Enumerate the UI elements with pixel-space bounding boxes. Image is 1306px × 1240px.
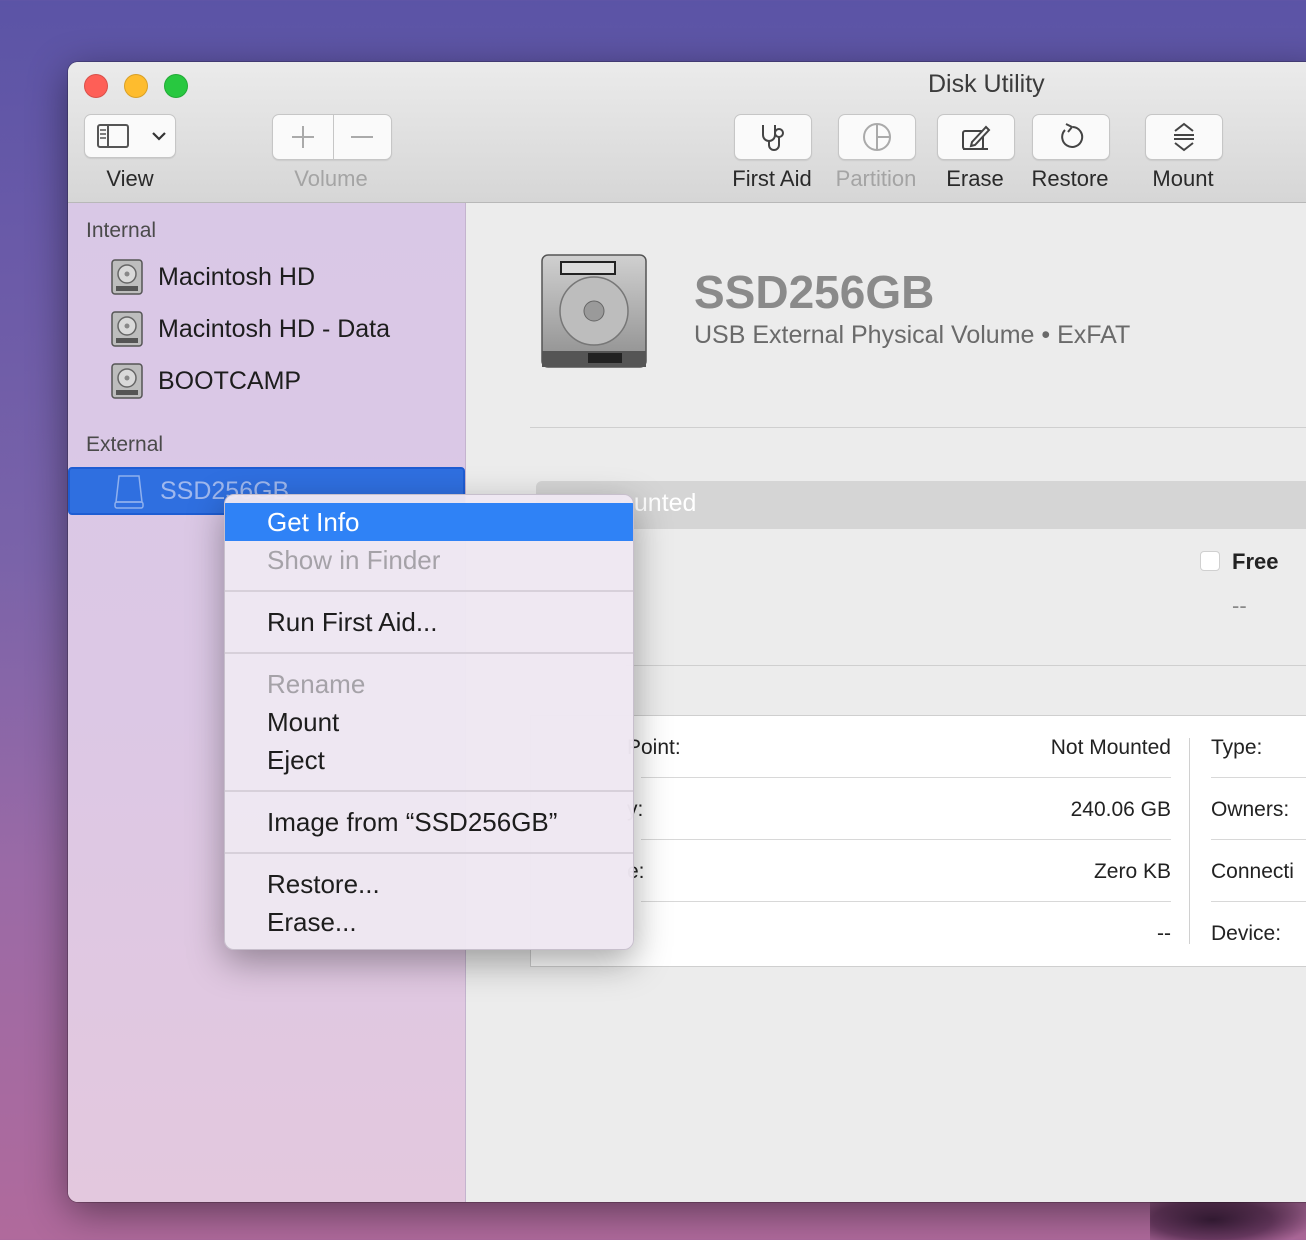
free-value: -- bbox=[1232, 593, 1247, 618]
row-value: Zero KB bbox=[1093, 860, 1171, 883]
volume-subtitle: USB External Physical Volume • ExFAT bbox=[694, 321, 1131, 349]
view-label: View bbox=[106, 166, 154, 191]
menu-item-restore[interactable]: Restore... bbox=[225, 865, 633, 903]
hard-drive-icon bbox=[111, 363, 143, 399]
sidebar-item-label: BOOTCAMP bbox=[158, 366, 302, 395]
menu-item-get-info[interactable]: Get Info bbox=[225, 503, 633, 541]
row-right-label: Connecti bbox=[1211, 860, 1294, 883]
row-value: 240.06 GB bbox=[1070, 798, 1171, 821]
hard-drive-icon bbox=[111, 259, 143, 295]
sidebar-item-label: Macintosh HD bbox=[158, 262, 315, 291]
menu-item-erase[interactable]: Erase... bbox=[225, 903, 633, 941]
minus-icon[interactable] bbox=[349, 124, 375, 150]
external-drive-icon bbox=[114, 475, 144, 509]
restore-label: Restore bbox=[1031, 166, 1109, 191]
plus-icon[interactable] bbox=[290, 124, 316, 150]
chevron-down-icon bbox=[152, 132, 166, 141]
row-value: -- bbox=[1157, 922, 1171, 945]
mount-arrows-icon bbox=[1174, 122, 1194, 152]
hard-drive-icon bbox=[541, 254, 647, 368]
table-row: e: Zero KB Connecti bbox=[531, 840, 1306, 902]
divider bbox=[626, 665, 1306, 666]
menu-item-image-from[interactable]: Image from “SSD256GB” bbox=[225, 803, 633, 841]
pencil-eraser-icon bbox=[962, 125, 991, 150]
sidebar-item-macintosh-hd[interactable]: Macintosh HD bbox=[110, 257, 315, 297]
undo-arrow-icon bbox=[1061, 123, 1084, 148]
volume-label: Volume bbox=[294, 166, 368, 191]
row-value: Not Mounted bbox=[1050, 736, 1171, 759]
close-button[interactable] bbox=[84, 74, 108, 98]
volume-name: SSD256GB bbox=[694, 266, 935, 318]
menu-separator bbox=[225, 652, 633, 654]
mount-button[interactable] bbox=[1145, 114, 1223, 160]
sidebar-item-bootcamp[interactable]: BOOTCAMP bbox=[110, 361, 301, 401]
menu-item-run-first-aid[interactable]: Run First Aid... bbox=[225, 603, 633, 641]
partition-label: Partition bbox=[835, 166, 917, 191]
row-right-label: Owners: bbox=[1211, 798, 1290, 821]
zoom-button[interactable] bbox=[164, 74, 188, 98]
row-label: Point: bbox=[627, 736, 681, 759]
sidebar-item-label: Macintosh HD - Data bbox=[158, 314, 391, 343]
first-aid-button[interactable] bbox=[734, 114, 812, 160]
menu-item-show-in-finder[interactable]: Show in Finder bbox=[225, 541, 633, 579]
context-menu: Get Info Show in Finder Run First Aid...… bbox=[224, 494, 634, 950]
mount-label: Mount bbox=[1152, 166, 1214, 191]
erase-button[interactable] bbox=[937, 114, 1015, 160]
table-row: Point: Not Mounted Type: bbox=[531, 716, 1306, 778]
row-right-label: Device: bbox=[1211, 922, 1282, 945]
menu-item-mount[interactable]: Mount bbox=[225, 703, 633, 741]
menu-separator bbox=[225, 590, 633, 592]
partition-button[interactable] bbox=[838, 114, 916, 160]
table-row: -- Device: bbox=[531, 902, 1306, 964]
info-table: Point: Not Mounted Type: y: 240.06 GB Ow… bbox=[530, 715, 1306, 967]
stethoscope-icon bbox=[762, 125, 784, 151]
volume-segmented-control bbox=[272, 114, 392, 160]
sidebar-item-macintosh-hd-data[interactable]: Macintosh HD - Data bbox=[110, 309, 390, 349]
sidebar-icon bbox=[97, 124, 129, 148]
menu-item-eject[interactable]: Eject bbox=[225, 741, 633, 779]
sidebar-section-external: External bbox=[86, 433, 164, 456]
first-aid-label: First Aid bbox=[732, 166, 812, 191]
hard-drive-icon bbox=[111, 311, 143, 347]
menu-item-rename[interactable]: Rename bbox=[225, 665, 633, 703]
menu-separator bbox=[225, 790, 633, 792]
toolbar: Disk Utility View Volume First Aid Parti… bbox=[68, 62, 1306, 203]
free-label: Free bbox=[1232, 549, 1279, 574]
view-button[interactable] bbox=[84, 114, 176, 158]
restore-button[interactable] bbox=[1032, 114, 1110, 160]
minimize-button[interactable] bbox=[124, 74, 148, 98]
menu-separator bbox=[225, 852, 633, 854]
mount-status-bar: ounted bbox=[536, 481, 1306, 529]
erase-label: Erase bbox=[946, 166, 1004, 191]
sidebar-section-internal: Internal bbox=[86, 219, 157, 242]
pie-chart-icon bbox=[863, 123, 891, 151]
row-right-label: Type: bbox=[1211, 736, 1263, 759]
table-row: y: 240.06 GB Owners: bbox=[531, 778, 1306, 840]
window-title: Disk Utility bbox=[928, 70, 1045, 98]
divider bbox=[530, 427, 1306, 428]
free-legend-swatch bbox=[1200, 551, 1220, 571]
